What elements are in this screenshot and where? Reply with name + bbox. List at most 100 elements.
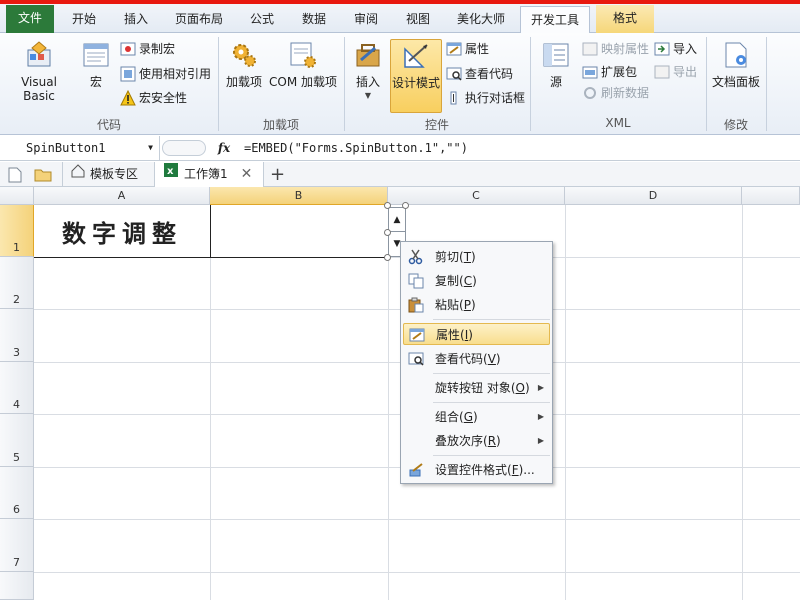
menu-item-properties-key: I bbox=[464, 328, 469, 342]
com-addins-label: COM 加载项 bbox=[269, 75, 337, 89]
expansion-packs-button[interactable]: 扩展包 bbox=[582, 62, 637, 82]
cell-a1[interactable]: 数字调整 bbox=[34, 205, 211, 258]
cell-b1[interactable] bbox=[210, 205, 389, 258]
row-number: 5 bbox=[13, 451, 20, 464]
spin-up-icon[interactable]: ▲ bbox=[389, 208, 405, 232]
visual-basic-icon bbox=[23, 39, 55, 71]
view-code-button[interactable]: 查看代码 bbox=[446, 64, 513, 84]
chevron-right-icon: ▶ bbox=[537, 412, 544, 421]
xml-export-label: 导出 bbox=[673, 65, 698, 79]
row-header-4[interactable]: 4 bbox=[0, 362, 34, 414]
record-macro-button[interactable]: 录制宏 bbox=[120, 39, 175, 59]
excel-icon: x bbox=[163, 162, 179, 187]
com-addins-button[interactable]: COM 加载项 bbox=[266, 39, 340, 89]
xml-import-label: 导入 bbox=[673, 42, 698, 56]
tab-template-zone[interactable]: 模板专区 bbox=[62, 162, 154, 187]
tab-workbook1-label: 工作簿1 bbox=[184, 167, 228, 181]
menu-item-view-code[interactable]: 查看代码(V) bbox=[403, 348, 550, 370]
macro-button[interactable]: 宏 bbox=[78, 39, 114, 89]
row-header-3[interactable]: 3 bbox=[0, 309, 34, 362]
column-header-a[interactable]: A bbox=[34, 187, 210, 205]
menu-item-properties[interactable]: 属性(I) bbox=[403, 323, 550, 345]
tab-page-layout[interactable]: 页面布局 bbox=[166, 6, 232, 33]
menu-item-order[interactable]: 叠放次序(R) ▶ bbox=[403, 430, 550, 452]
xml-source-button[interactable]: 源 bbox=[538, 39, 574, 89]
row-header-7[interactable]: 7 bbox=[0, 519, 34, 572]
menu-item-view-code-key: V bbox=[487, 352, 496, 366]
context-menu: 剪切(T) 复制(C) 粘贴(P) 属性(I) 查看代码(V) 旋转按钮 对象(… bbox=[400, 241, 553, 484]
menu-item-format-control[interactable]: 设置控件格式(F)... bbox=[403, 459, 550, 481]
row-header-8[interactable] bbox=[0, 572, 34, 600]
run-dialog-button[interactable]: 执行对话框 bbox=[446, 88, 525, 108]
new-tab-button[interactable]: + bbox=[270, 162, 285, 187]
column-header-e[interactable] bbox=[742, 187, 800, 205]
formula-input[interactable]: =EMBED("Forms.SpinButton.1","") bbox=[244, 136, 468, 160]
document-panel-label: 文档面板 bbox=[711, 75, 760, 89]
relative-reference-button[interactable]: 使用相对引用 bbox=[120, 64, 211, 84]
tab-developer[interactable]: 开发工具 bbox=[520, 6, 590, 34]
column-header-c[interactable]: C bbox=[388, 187, 565, 205]
name-box-value: SpinButton1 bbox=[26, 141, 106, 155]
chevron-right-icon: ▶ bbox=[537, 436, 544, 445]
row-number: 3 bbox=[13, 346, 20, 359]
menu-item-format-control-key: F bbox=[511, 463, 519, 477]
tab-home[interactable]: 开始 bbox=[60, 6, 108, 33]
menu-separator bbox=[433, 455, 550, 456]
tab-data[interactable]: 数据 bbox=[290, 6, 338, 33]
resize-handle[interactable] bbox=[384, 229, 391, 236]
name-box[interactable]: SpinButton1 ▼ bbox=[0, 136, 160, 160]
menu-item-group[interactable]: 组合(G) ▶ bbox=[403, 406, 550, 428]
xml-import-button[interactable]: 导入 bbox=[654, 39, 697, 59]
select-all-corner[interactable] bbox=[0, 187, 34, 205]
close-icon[interactable]: ✕ bbox=[241, 162, 253, 187]
menu-separator bbox=[433, 319, 550, 320]
new-document-icon[interactable] bbox=[8, 162, 22, 187]
tab-insert[interactable]: 插入 bbox=[112, 6, 160, 33]
formula-bar-divider-handle[interactable] bbox=[162, 140, 206, 156]
insert-control-button[interactable]: 插入 ▼ bbox=[348, 39, 388, 103]
menu-item-copy[interactable]: 复制(C) bbox=[403, 270, 550, 292]
design-mode-icon bbox=[400, 40, 432, 72]
resize-handle[interactable] bbox=[402, 202, 409, 209]
tab-file[interactable]: 文件 bbox=[6, 5, 54, 33]
paste-icon bbox=[408, 297, 424, 313]
menu-item-group-label: 组合 bbox=[435, 410, 460, 424]
refresh-data-button[interactable]: 刷新数据 bbox=[582, 83, 649, 103]
tab-workbook1[interactable]: x 工作簿1 ✕ bbox=[154, 162, 264, 187]
chevron-down-icon[interactable]: ▼ bbox=[148, 136, 153, 160]
menu-item-paste[interactable]: 粘贴(P) bbox=[403, 294, 550, 316]
row-header-2[interactable]: 2 bbox=[0, 257, 34, 309]
tab-beautify-master[interactable]: 美化大师 bbox=[446, 6, 516, 33]
column-header-b[interactable]: B bbox=[210, 187, 388, 205]
menu-item-properties-label: 属性 bbox=[436, 328, 461, 342]
design-mode-button[interactable]: 设计模式 bbox=[390, 39, 442, 113]
addins-button[interactable]: 加载项 bbox=[222, 39, 266, 89]
refresh-data-label: 刷新数据 bbox=[601, 86, 650, 100]
tab-view[interactable]: 视图 bbox=[394, 6, 442, 33]
macro-security-button[interactable]: 宏安全性 bbox=[120, 88, 187, 108]
xml-export-button[interactable]: 导出 bbox=[654, 62, 697, 82]
group-divider bbox=[766, 37, 767, 131]
visual-basic-button[interactable]: Visual Basic bbox=[4, 39, 74, 103]
tab-format[interactable]: 格式 bbox=[596, 5, 654, 33]
resize-handle[interactable] bbox=[384, 202, 391, 209]
properties-button[interactable]: 属性 bbox=[446, 39, 489, 59]
tab-formulas[interactable]: 公式 bbox=[238, 6, 286, 33]
gridline bbox=[742, 205, 743, 600]
column-header-d[interactable]: D bbox=[565, 187, 742, 205]
row-header-5[interactable]: 5 bbox=[0, 414, 34, 467]
menu-item-spin-button-object[interactable]: 旋转按钮 对象(O) ▶ bbox=[403, 377, 550, 399]
insert-function-button[interactable]: fx bbox=[212, 136, 236, 160]
document-panel-button[interactable]: 文档面板 bbox=[710, 39, 762, 89]
menu-item-paste-label: 粘贴 bbox=[435, 298, 460, 312]
open-folder-icon[interactable] bbox=[34, 162, 52, 187]
row-header-1[interactable]: 1 bbox=[0, 205, 34, 257]
tab-review[interactable]: 审阅 bbox=[342, 6, 390, 33]
gridline bbox=[34, 572, 800, 573]
resize-handle[interactable] bbox=[384, 254, 391, 261]
map-properties-button[interactable]: 映射属性 bbox=[582, 39, 649, 59]
svg-text:x: x bbox=[167, 166, 174, 177]
home-icon bbox=[71, 162, 85, 187]
row-header-6[interactable]: 6 bbox=[0, 467, 34, 519]
menu-item-cut[interactable]: 剪切(T) bbox=[403, 246, 550, 268]
